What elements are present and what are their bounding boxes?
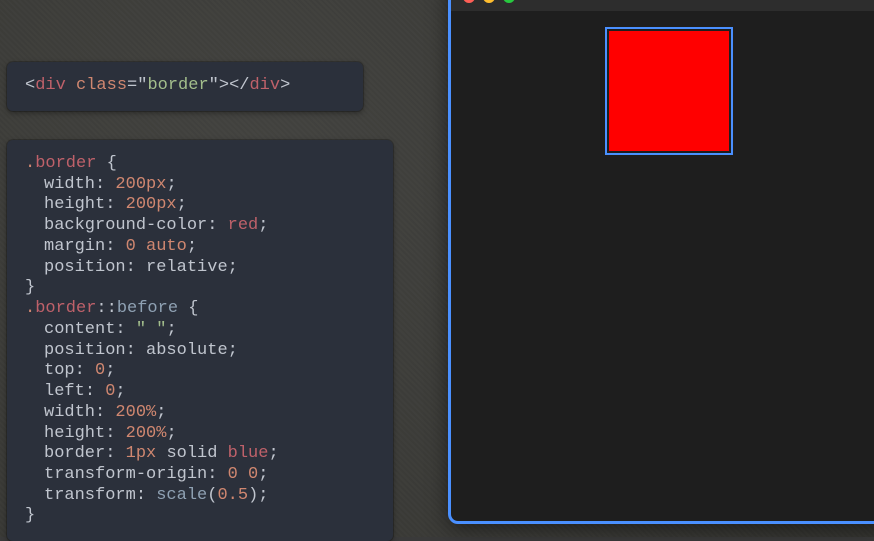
- css-decl: position: relative;: [25, 258, 375, 279]
- preview-window: [448, 0, 874, 524]
- titlebar: [451, 0, 874, 11]
- class-value: border: [147, 76, 208, 95]
- css-decl: height: 200px;: [25, 195, 375, 216]
- maximize-icon[interactable]: [503, 0, 515, 3]
- angle-open: <: [25, 76, 35, 95]
- close-icon[interactable]: [463, 0, 475, 3]
- css-decl: width: 200%;: [25, 403, 375, 424]
- css-decl: transform-origin: 0 0;: [25, 465, 375, 486]
- css-selector-line: .border {: [25, 154, 375, 175]
- css-decl: content: " ";: [25, 320, 375, 341]
- border-demo-box: [609, 31, 729, 151]
- css-decl: margin: 0 auto;: [25, 237, 375, 258]
- css-close: }: [25, 506, 375, 527]
- html-line: <div class="border"></div>: [25, 76, 345, 97]
- css-decl: border: 1px solid blue;: [25, 444, 375, 465]
- minimize-icon[interactable]: [483, 0, 495, 3]
- css-close: }: [25, 278, 375, 299]
- css-decl: left: 0;: [25, 382, 375, 403]
- attr-name: class: [76, 76, 127, 95]
- demo-container: [569, 31, 769, 151]
- css-decl: width: 200px;: [25, 175, 375, 196]
- css-decl: height: 200%;: [25, 424, 375, 445]
- css-decl: top: 0;: [25, 361, 375, 382]
- html-code-panel: <div class="border"></div>: [7, 62, 363, 111]
- css-decl: position: absolute;: [25, 341, 375, 362]
- css-code-panel: .border { width: 200px; height: 200px; b…: [7, 140, 393, 541]
- preview-viewport: [451, 11, 874, 521]
- css-decl: transform: scale(0.5);: [25, 486, 375, 507]
- tag-name: div: [35, 76, 66, 95]
- css-selector-line: .border::before {: [25, 299, 375, 320]
- css-decl: background-color: red;: [25, 216, 375, 237]
